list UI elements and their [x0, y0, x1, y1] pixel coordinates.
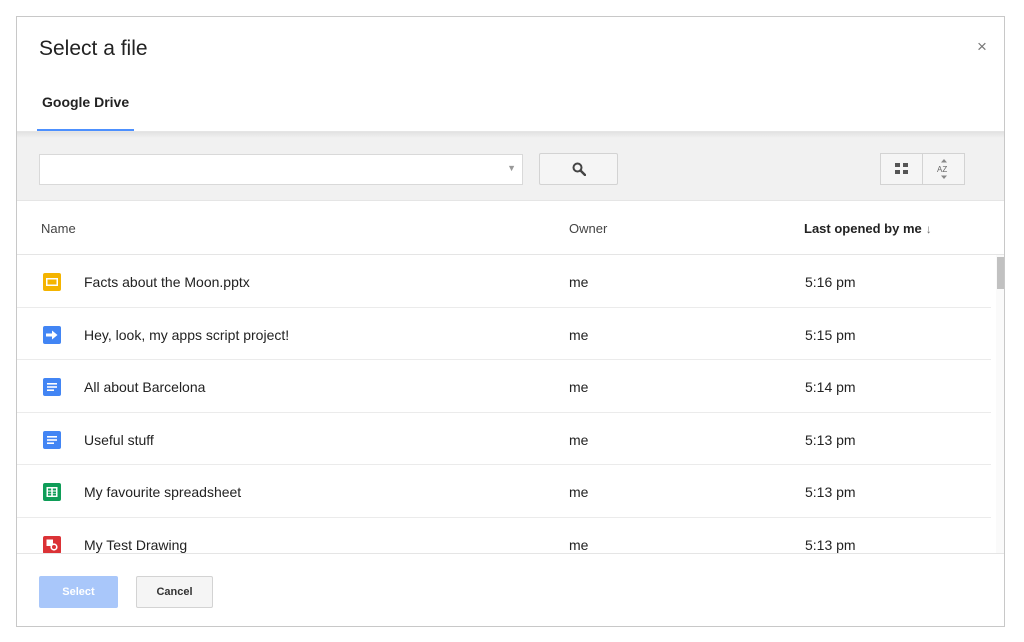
- file-owner: me: [569, 431, 589, 448]
- dropdown-icon[interactable]: ▼: [507, 163, 516, 173]
- file-last-opened: 5:13 pm: [805, 484, 856, 500]
- view-buttons: AZ: [880, 153, 965, 185]
- drawings-icon: [43, 535, 61, 553]
- file-row[interactable]: Hey, look, my apps script project! me 5:…: [17, 308, 991, 360]
- file-name: My Test Drawing: [84, 536, 188, 553]
- file-row[interactable]: All about Barcelona me 5:14 pm: [17, 360, 991, 413]
- file-last-opened: 5:13 pm: [805, 431, 856, 448]
- file-owner: me: [569, 326, 589, 343]
- column-header-last-opened[interactable]: Last opened by me ↓: [804, 221, 932, 236]
- dialog-title: Select a file: [39, 37, 148, 60]
- grid-view-button[interactable]: [880, 153, 923, 185]
- file-last-opened: 5:15 pm: [805, 326, 856, 343]
- file-last-opened: 5:13 pm: [805, 536, 856, 553]
- toolbar: ▼ AZ: [17, 131, 1004, 201]
- file-name: My favourite spreadsheet: [84, 484, 242, 500]
- sort-az-button[interactable]: AZ: [922, 153, 965, 185]
- sort-az-label: AZ: [937, 165, 947, 174]
- file-last-opened: 5:16 pm: [805, 274, 856, 290]
- file-name: Hey, look, my apps script project!: [84, 326, 290, 343]
- file-row[interactable]: Useful stuff me 5:13 pm: [17, 413, 991, 465]
- scrollbar-thumb[interactable]: [997, 257, 1004, 289]
- file-row[interactable]: My Test Drawing me 5:13 pm: [17, 518, 991, 553]
- docs-icon: [43, 378, 61, 396]
- sort-az-icon: AZ: [937, 159, 947, 179]
- file-row[interactable]: My favourite spreadsheet me 5:13 pm: [17, 465, 991, 518]
- file-list: Facts about the Moon.pptx me 5:16 pm Hey…: [17, 255, 991, 553]
- apps-script-icon: [43, 325, 61, 344]
- file-owner: me: [569, 484, 589, 500]
- file-owner: me: [569, 379, 589, 395]
- docs-icon: [43, 430, 61, 449]
- sheets-icon: [43, 483, 61, 501]
- file-owner: me: [569, 274, 589, 290]
- file-last-opened: 5:14 pm: [805, 379, 856, 395]
- column-header-last-opened-label: Last opened by me: [804, 221, 922, 236]
- search-icon: [572, 162, 586, 176]
- file-picker-dialog: Select a file × Google Drive ▼ AZ Name O…: [16, 16, 1005, 627]
- select-button[interactable]: Select: [39, 576, 118, 608]
- cancel-button[interactable]: Cancel: [136, 576, 213, 608]
- search-input[interactable]: [46, 156, 490, 185]
- search-button[interactable]: [539, 153, 618, 185]
- dialog-footer: Select Cancel: [17, 553, 1004, 626]
- close-icon[interactable]: ×: [974, 38, 990, 55]
- grid-icon: [894, 163, 908, 174]
- column-header-name[interactable]: Name: [41, 221, 76, 236]
- search-box: ▼: [39, 154, 523, 185]
- scrollbar[interactable]: [996, 255, 1004, 553]
- slides-icon: [43, 273, 61, 291]
- file-owner: me: [569, 536, 589, 553]
- file-row[interactable]: Facts about the Moon.pptx me 5:16 pm: [17, 255, 991, 308]
- file-name: Useful stuff: [84, 431, 154, 448]
- file-name: Facts about the Moon.pptx: [84, 274, 250, 290]
- sort-arrow-icon: ↓: [925, 222, 932, 236]
- file-name: All about Barcelona: [84, 379, 206, 395]
- tab-google-drive[interactable]: Google Drive: [37, 93, 135, 131]
- list-header: Name Owner Last opened by me ↓: [17, 201, 1004, 255]
- column-header-owner[interactable]: Owner: [569, 221, 607, 236]
